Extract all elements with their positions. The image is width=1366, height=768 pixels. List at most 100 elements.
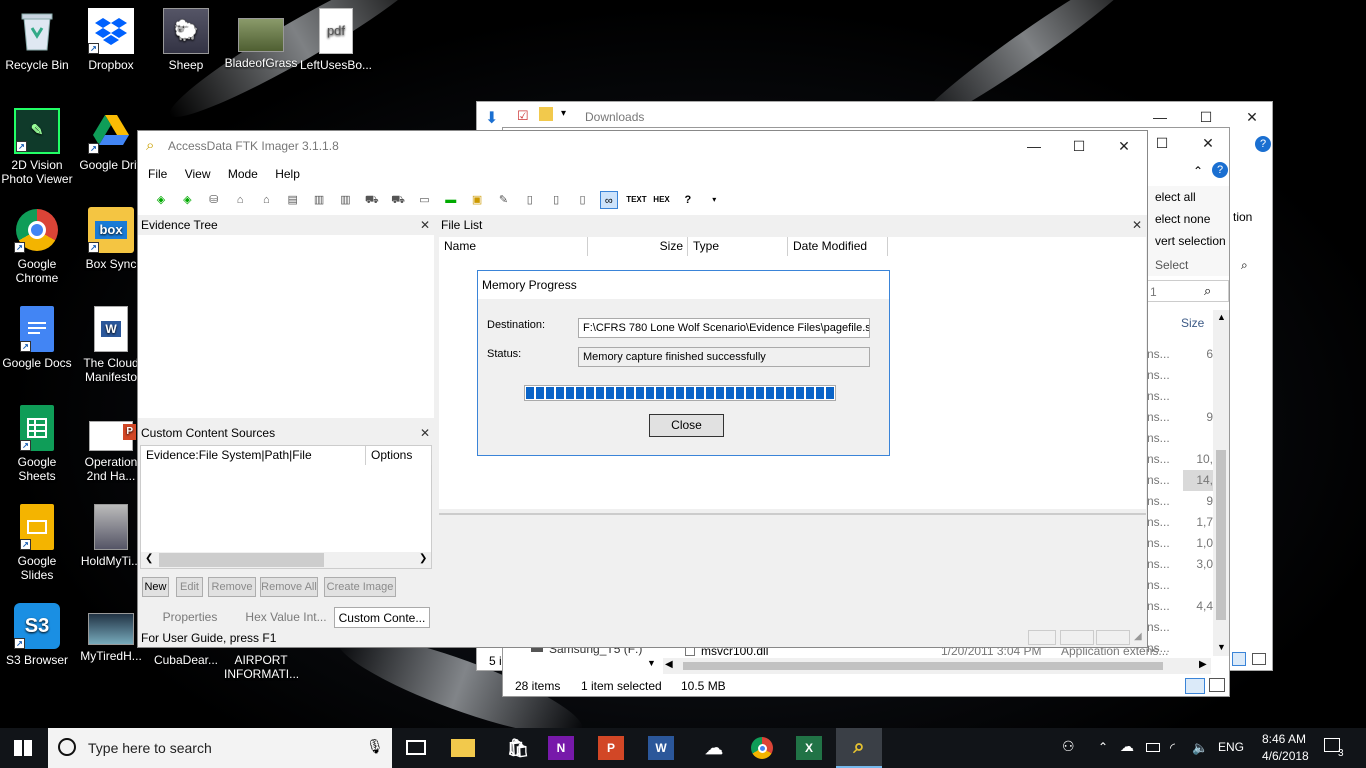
details-view-icon[interactable] — [1232, 652, 1246, 666]
new-button[interactable]: New — [142, 577, 169, 597]
evidence-tree[interactable] — [138, 235, 434, 418]
desktop-icon-2d-vision[interactable]: ✎ ↗ 2D Vision Photo Viewer — [0, 108, 74, 186]
desktop-icon-dropbox[interactable]: ↗ Dropbox — [74, 8, 148, 72]
close-icon[interactable]: ✕ — [420, 215, 430, 235]
close-button[interactable]: ✕ — [1229, 102, 1275, 132]
create-image-icon[interactable]: ▤ — [284, 191, 302, 209]
powerpoint-icon[interactable]: P — [598, 736, 624, 760]
ribbon-select-all[interactable]: elect all — [1155, 190, 1196, 204]
remove-button[interactable]: Remove — [208, 577, 256, 597]
desktop-icon-leftusesbo[interactable]: pdf LeftUsesBo... — [299, 8, 373, 72]
vertical-scrollbar[interactable]: ▲ ▼ — [1213, 310, 1229, 656]
tab-properties[interactable]: Properties — [142, 607, 238, 628]
desktop-icon-s3-browser[interactable]: S3 ↗ S3 Browser — [0, 603, 74, 667]
scroll-right-icon[interactable]: ❯ — [419, 553, 427, 564]
close-icon[interactable]: ✕ — [420, 423, 430, 443]
auto-view-icon[interactable]: ∞ — [599, 191, 618, 209]
horizontal-scrollbar[interactable]: ◀ ▶ — [663, 658, 1211, 674]
chevron-down-icon[interactable]: ▾ — [705, 191, 723, 209]
windows-start-icon[interactable] — [14, 740, 32, 756]
search-box[interactable]: 1 ⌕ — [1147, 280, 1229, 302]
maximize-button[interactable]: ☐ — [1056, 131, 1102, 161]
help-icon[interactable]: ? — [679, 191, 697, 209]
remove-all-button[interactable]: Remove All — [260, 577, 318, 597]
text-view-icon[interactable]: TEXT — [626, 191, 646, 209]
menu-mode[interactable]: Mode — [228, 167, 258, 181]
column-header-type[interactable]: Type — [688, 237, 788, 256]
minimize-button[interactable]: — — [1011, 131, 1057, 161]
ribbon-collapse-icon[interactable]: ⌃ — [1193, 164, 1203, 178]
onedrive-icon[interactable]: ☁ — [698, 732, 730, 764]
help-icon[interactable]: ? — [1255, 136, 1271, 152]
add-all-devices-icon[interactable]: ◈ — [178, 191, 196, 209]
column-header-options[interactable]: Options — [366, 446, 432, 465]
clock-date[interactable]: 4/6/2018 — [1262, 749, 1309, 763]
desktop-icon-google-slides[interactable]: ↗ Google Slides — [0, 504, 74, 582]
column-size-header[interactable]: Size — [1181, 316, 1204, 330]
scroll-left-icon[interactable]: ◀ — [665, 659, 673, 670]
memory-capture-icon[interactable]: ▬ — [442, 191, 460, 209]
desktop-icon-sheep[interactable]: 🐑 Sheep — [149, 8, 223, 72]
task-view-icon[interactable] — [406, 740, 426, 755]
column-header-date-modified[interactable]: Date Modified — [788, 237, 888, 256]
column-header-name[interactable]: Name — [439, 237, 588, 256]
battery-icon[interactable] — [1146, 743, 1160, 752]
close-icon[interactable]: ✕ — [1132, 215, 1142, 235]
onenote-icon[interactable]: N — [548, 736, 574, 760]
obtain-protected-files-icon[interactable]: ▣ — [468, 191, 486, 209]
add-evidence-icon[interactable]: ◈ — [152, 191, 170, 209]
menu-help[interactable]: Help — [275, 167, 300, 181]
image-mounting-icon[interactable]: ⛁ — [205, 191, 223, 209]
large-icons-view-icon[interactable] — [1252, 653, 1266, 665]
nav-scroll-down-icon[interactable]: ▼ — [647, 658, 656, 668]
desktop-icon-google-chrome[interactable]: ↗ Google Chrome — [0, 207, 74, 285]
close-button[interactable]: ✕ — [1185, 128, 1231, 158]
custom-sources-list[interactable]: Evidence:File System|Path|File Options ❮… — [140, 445, 432, 569]
desktop-icon-recycle-bin[interactable]: Recycle Bin — [0, 8, 74, 72]
microphone-icon[interactable]: 🎙 — [366, 738, 384, 755]
menu-file[interactable]: File — [148, 167, 167, 181]
chevron-up-icon[interactable]: ⌃ — [1098, 740, 1108, 754]
wifi-icon[interactable]: ◜ — [1170, 740, 1175, 756]
close-button[interactable]: Close — [649, 414, 724, 437]
excel-icon[interactable]: X — [796, 736, 822, 760]
details-view-icon[interactable] — [1185, 678, 1205, 694]
scroll-right-icon[interactable]: ▶ — [1199, 659, 1207, 670]
search-box[interactable]: Type here to search 🎙 — [48, 728, 392, 768]
horizontal-scrollbar[interactable]: ❮ ❯ — [141, 552, 431, 568]
chrome-icon[interactable] — [746, 732, 778, 764]
folder-icon[interactable] — [539, 107, 553, 121]
column-header-size[interactable]: Size — [588, 237, 688, 256]
language-indicator[interactable]: ENG — [1218, 740, 1244, 754]
volume-icon[interactable]: 🔈 — [1192, 740, 1208, 756]
viewer-pane[interactable] — [439, 513, 1146, 627]
scroll-left-icon[interactable]: ❮ — [145, 553, 153, 564]
scroll-down-icon[interactable]: ▼ — [1217, 642, 1226, 652]
tab-hex-value-interpreter[interactable]: Hex Value Int... — [238, 607, 334, 628]
edit-button[interactable]: Edit — [176, 577, 203, 597]
help-icon[interactable]: ? — [1212, 162, 1228, 178]
column-header-evidence[interactable]: Evidence:File System|Path|File — [141, 446, 366, 465]
large-icons-view-icon[interactable] — [1209, 678, 1225, 692]
scroll-thumb[interactable] — [159, 553, 324, 567]
onedrive-tray-icon[interactable]: ☁ — [1120, 738, 1134, 755]
properties-icon[interactable]: ☑ — [517, 108, 529, 124]
file-explorer-icon[interactable] — [451, 739, 475, 757]
scroll-thumb[interactable] — [1216, 450, 1226, 620]
desktop-icon-bladeofgrass[interactable]: BladeofGrass — [224, 8, 298, 70]
people-icon[interactable]: ⚇ — [1062, 738, 1075, 755]
search-icon[interactable]: ⌕ — [1241, 258, 1248, 273]
desktop-icon-google-docs[interactable]: ↗ Google Docs — [0, 306, 74, 370]
scroll-thumb[interactable] — [683, 662, 1163, 670]
ftk-imager-taskbar-icon[interactable]: ⌕ — [836, 728, 882, 768]
resize-grip-icon[interactable]: ◢ — [1134, 631, 1142, 642]
chevron-down-icon[interactable]: ▾ — [561, 108, 566, 119]
ribbon-invert-selection[interactable]: vert selection — [1155, 234, 1226, 248]
tab-custom-content[interactable]: Custom Conte... — [334, 607, 430, 628]
clock-time[interactable]: 8:46 AM — [1262, 732, 1306, 746]
hex-view-icon[interactable]: HEX — [653, 191, 671, 209]
store-icon[interactable]: 🛍 — [502, 732, 534, 764]
ribbon-select-none[interactable]: elect none — [1155, 212, 1210, 226]
create-image-button[interactable]: Create Image — [324, 577, 396, 597]
menu-view[interactable]: View — [185, 167, 211, 181]
